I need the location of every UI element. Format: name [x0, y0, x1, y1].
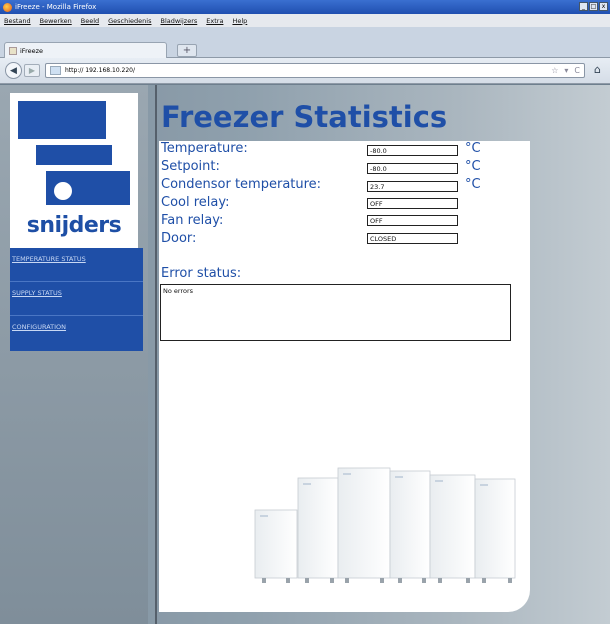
fan-relay-label: Fan relay: — [161, 213, 224, 228]
menu-bar: Bestand Bewerken Beeld Geschiedenis Blad… — [0, 14, 610, 27]
menu-item-bestand[interactable]: Bestand — [4, 17, 31, 25]
url-bar[interactable]: http:// 192.168.10.220/ ☆ ▾ C — [45, 63, 585, 78]
page-title: Freezer Statistics — [161, 100, 448, 134]
forward-button[interactable]: ▶ — [24, 64, 40, 77]
site-identity-icon[interactable] — [50, 66, 61, 75]
menu-item-help[interactable]: Help — [232, 17, 247, 25]
menu-item-extra[interactable]: Extra — [206, 17, 223, 25]
tab-ifreeze[interactable]: iFreeze — [4, 42, 167, 58]
firefox-logo-icon — [3, 2, 12, 12]
error-status-textarea[interactable]: No errors — [160, 284, 511, 341]
snijders-logo: snijders — [10, 93, 138, 248]
bookmark-star-icon[interactable]: ☆ — [551, 66, 558, 75]
tab-bar: iFreeze + — [0, 27, 610, 58]
cool-relay-value: OFF — [367, 198, 458, 209]
sidebar-item-temperature-status[interactable]: TEMPERATURE STATUS — [10, 248, 143, 282]
error-status-label: Error status: — [161, 266, 242, 281]
maximize-button[interactable]: □ — [589, 2, 598, 11]
setpoint-unit: °C — [465, 159, 481, 174]
sidebar-nav: TEMPERATURE STATUS SUPPLY STATUS CONFIGU… — [10, 248, 143, 351]
menu-item-beeld[interactable]: Beeld — [81, 17, 99, 25]
minimize-button[interactable]: _ — [579, 2, 588, 11]
fan-relay-value: OFF — [367, 215, 458, 226]
temperature-label: Temperature: — [161, 141, 248, 156]
tab-label: iFreeze — [20, 46, 44, 55]
menu-item-bewerken[interactable]: Bewerken — [40, 17, 72, 25]
logo-wordmark: snijders — [26, 213, 122, 238]
sidebar-item-supply-status[interactable]: SUPPLY STATUS — [10, 282, 143, 316]
door-label: Door: — [161, 231, 197, 246]
menu-item-geschiedenis[interactable]: Geschiedenis — [108, 17, 151, 25]
condensor-temperature-value: 23.7 — [367, 181, 458, 192]
url-text: http:// 192.168.10.220/ — [65, 67, 136, 74]
window-title: iFreeze - Mozilla Firefox — [15, 3, 97, 11]
column-divider — [155, 85, 157, 624]
home-icon[interactable]: ⌂ — [594, 63, 601, 76]
reload-icon[interactable]: C — [574, 66, 580, 75]
window-controls: _ □ x — [579, 2, 608, 11]
condensor-temperature-label: Condensor temperature: — [161, 177, 322, 192]
temperature-unit: °C — [465, 141, 481, 156]
page-viewport: snijders TEMPERATURE STATUS SUPPLY STATU… — [0, 85, 610, 624]
new-tab-button[interactable]: + — [177, 44, 197, 57]
sidebar-item-configuration[interactable]: CONFIGURATION — [10, 316, 143, 350]
condensor-temperature-unit: °C — [465, 177, 481, 192]
window-titlebar: iFreeze - Mozilla Firefox _ □ x — [0, 0, 610, 14]
navigation-bar: ◀ ▶ http:// 192.168.10.220/ ☆ ▾ C ⌂ — [0, 58, 610, 84]
setpoint-label: Setpoint: — [161, 159, 220, 174]
close-button[interactable]: x — [599, 2, 608, 11]
snijders-logo-mark-icon — [18, 101, 130, 205]
temperature-value: -80.0 — [367, 145, 458, 156]
door-value: CLOSED — [367, 233, 458, 244]
setpoint-value: -80.0 — [367, 163, 458, 174]
cool-relay-label: Cool relay: — [161, 195, 230, 210]
page-icon — [9, 46, 17, 55]
back-button[interactable]: ◀ — [5, 62, 22, 79]
history-dropdown-icon[interactable]: ▾ — [564, 66, 568, 75]
menu-item-bladwijzers[interactable]: Bladwijzers — [160, 17, 197, 25]
freezer-units-image — [254, 467, 516, 583]
